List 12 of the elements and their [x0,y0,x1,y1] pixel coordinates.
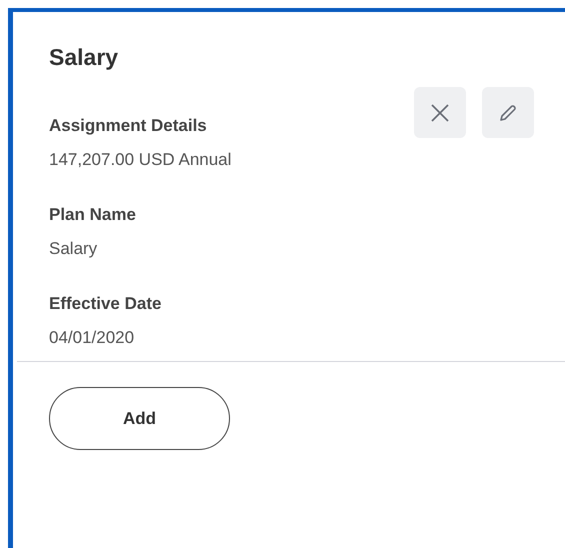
field-label: Plan Name [49,204,137,226]
field-value: 04/01/2020 [49,327,136,349]
add-button[interactable]: Add [49,387,230,450]
field-label: Effective Date [49,293,162,315]
field-value: 147,207.00 USD Annual [49,149,232,171]
field-value: Salary [49,238,98,260]
edit-button[interactable] [482,87,534,138]
pencil-icon [498,102,518,122]
card-title: Salary [49,43,120,71]
remove-button[interactable] [414,87,466,138]
close-icon [430,102,450,122]
field-label: Assignment Details [49,115,208,137]
